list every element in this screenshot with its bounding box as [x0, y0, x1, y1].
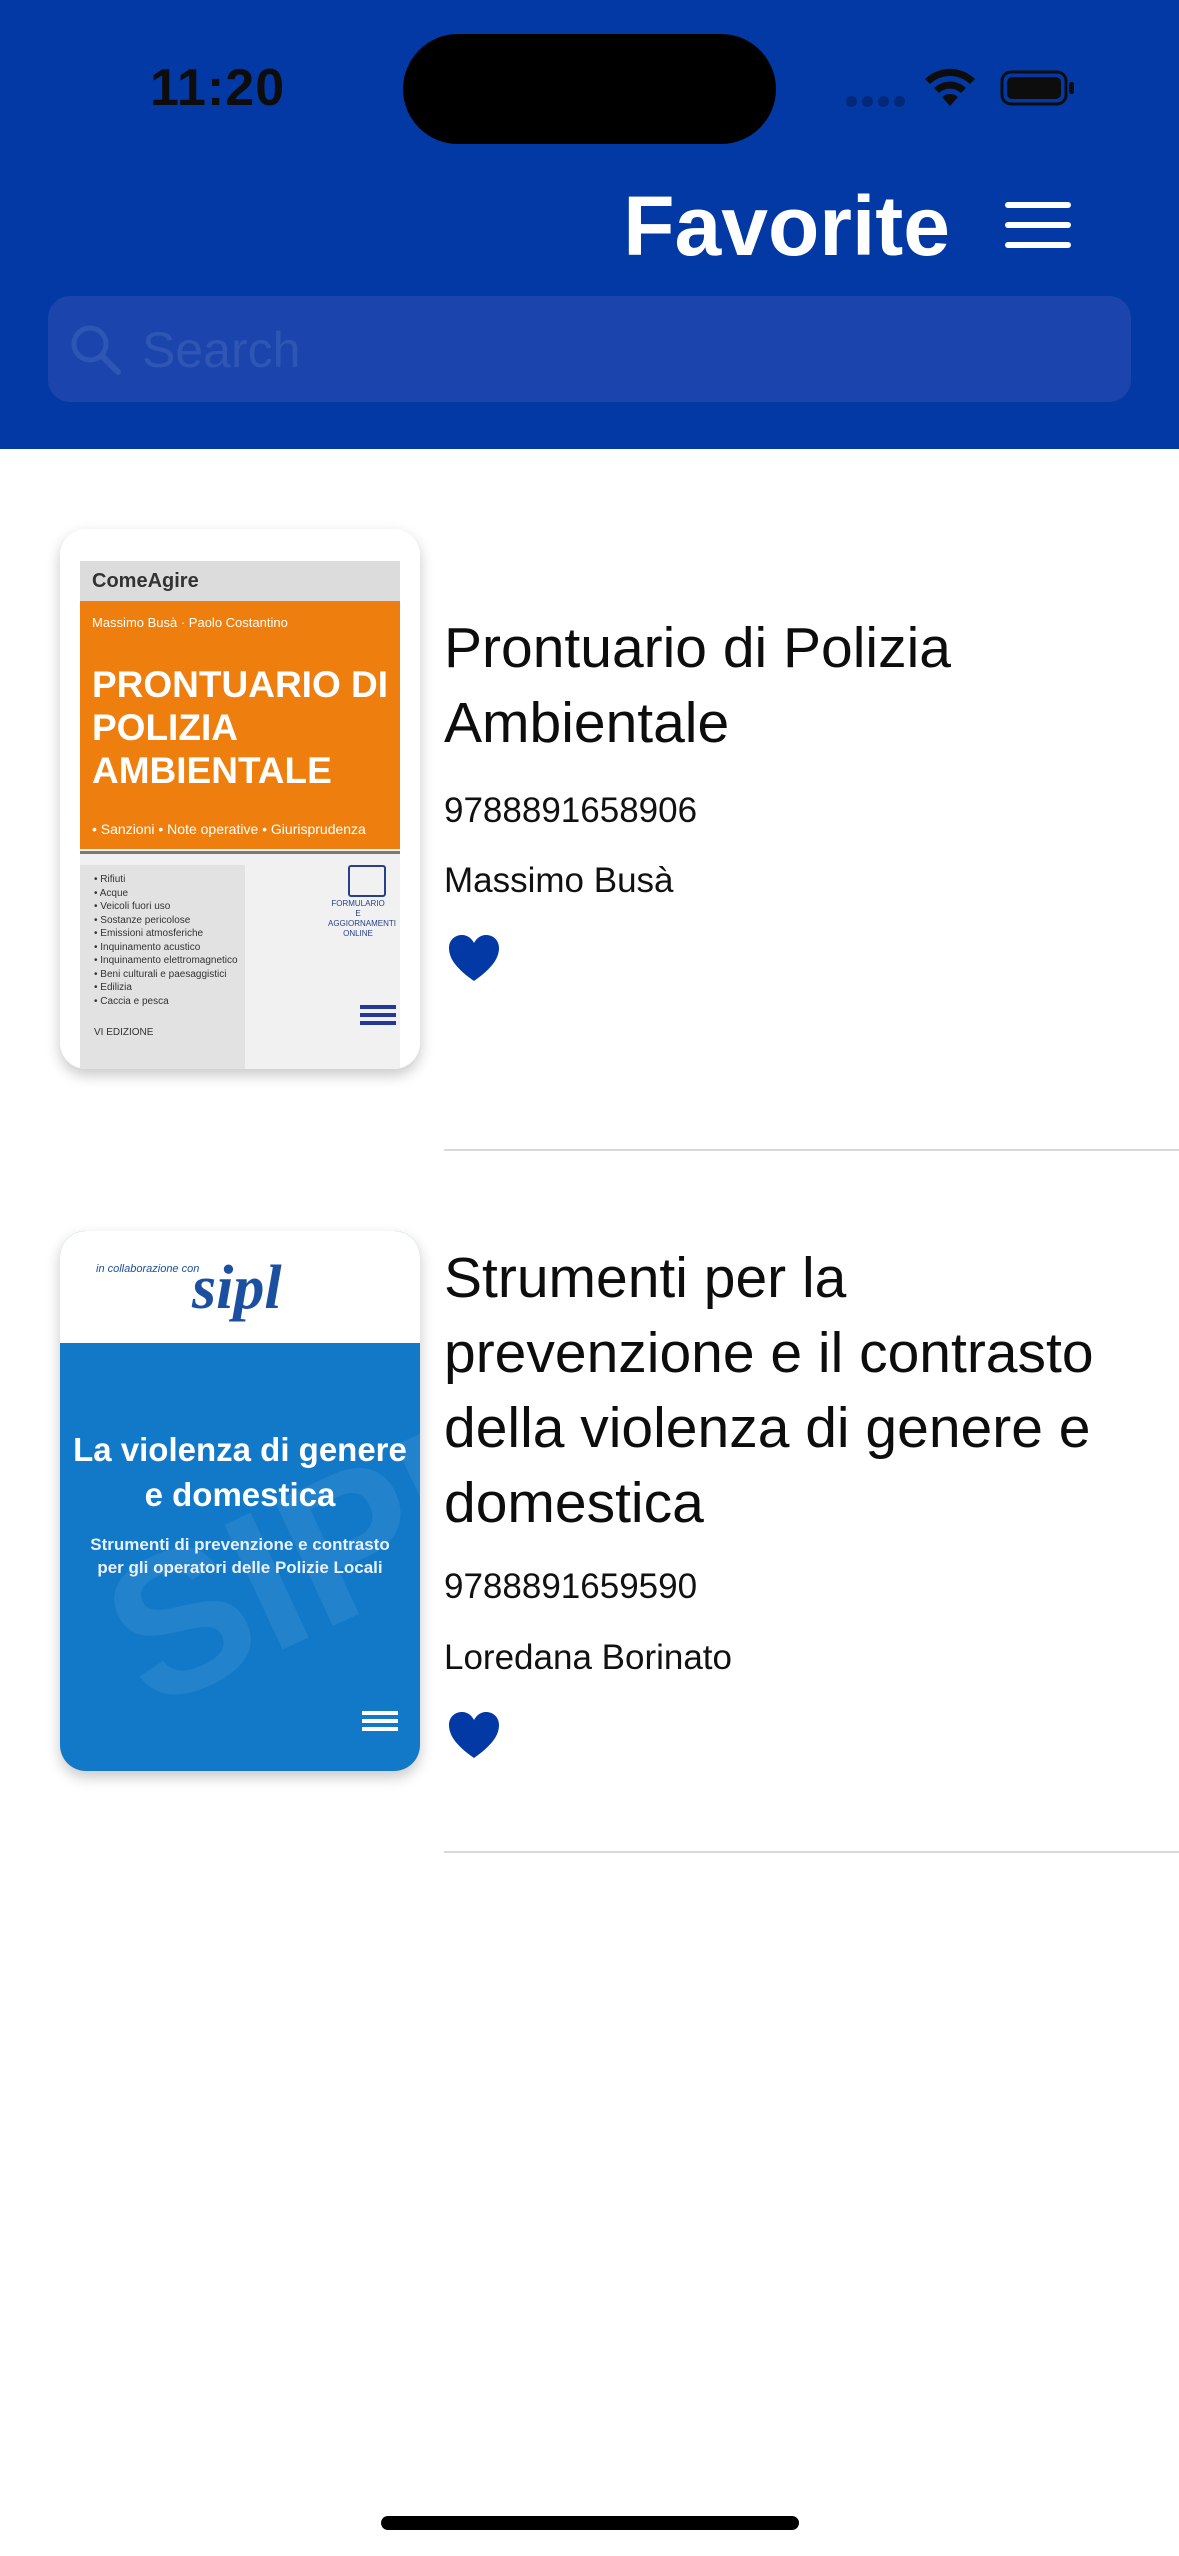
list-item[interactable]: ComeAgire Massimo Busà · Paolo Costantin… — [0, 449, 1179, 1151]
page-title: Favorite — [623, 179, 950, 273]
favorite-heart-icon[interactable] — [447, 1710, 501, 1760]
monitor-icon — [348, 865, 386, 897]
navigation-header: 11:20 Favorite — [0, 0, 1179, 449]
book-title: Prontuario di Polizia Ambientale — [444, 616, 951, 755]
cellular-signal-icon — [846, 96, 905, 107]
book-cover-image: ComeAgire Massimo Busà · Paolo Costantin… — [60, 529, 420, 1069]
list-item[interactable]: SIPL in collaborazione con sipl La viole… — [0, 1151, 1179, 1853]
book-cover-image: SIPL in collaborazione con sipl La viole… — [60, 1231, 420, 1771]
battery-icon — [1000, 70, 1074, 106]
search-icon — [71, 325, 121, 375]
book-author: Loredana Borinato — [444, 1638, 732, 1677]
list-divider — [444, 1851, 1179, 1853]
wifi-icon — [925, 68, 975, 106]
menu-button[interactable] — [1005, 202, 1075, 252]
search-input[interactable] — [140, 314, 1104, 386]
book-author: Massimo Busà — [444, 861, 674, 900]
search-bar[interactable] — [48, 296, 1131, 402]
book-isbn: 9788891659590 — [444, 1567, 698, 1606]
status-time: 11:20 — [150, 59, 286, 117]
book-title: Strumenti per la prevenzione e il contra… — [444, 1246, 1094, 1535]
publisher-logo — [360, 1005, 396, 1031]
home-indicator[interactable] — [381, 2516, 799, 2530]
dynamic-island — [403, 34, 776, 144]
book-isbn: 9788891658906 — [444, 791, 698, 830]
favorite-heart-icon[interactable] — [447, 933, 501, 983]
publisher-logo — [362, 1711, 398, 1737]
